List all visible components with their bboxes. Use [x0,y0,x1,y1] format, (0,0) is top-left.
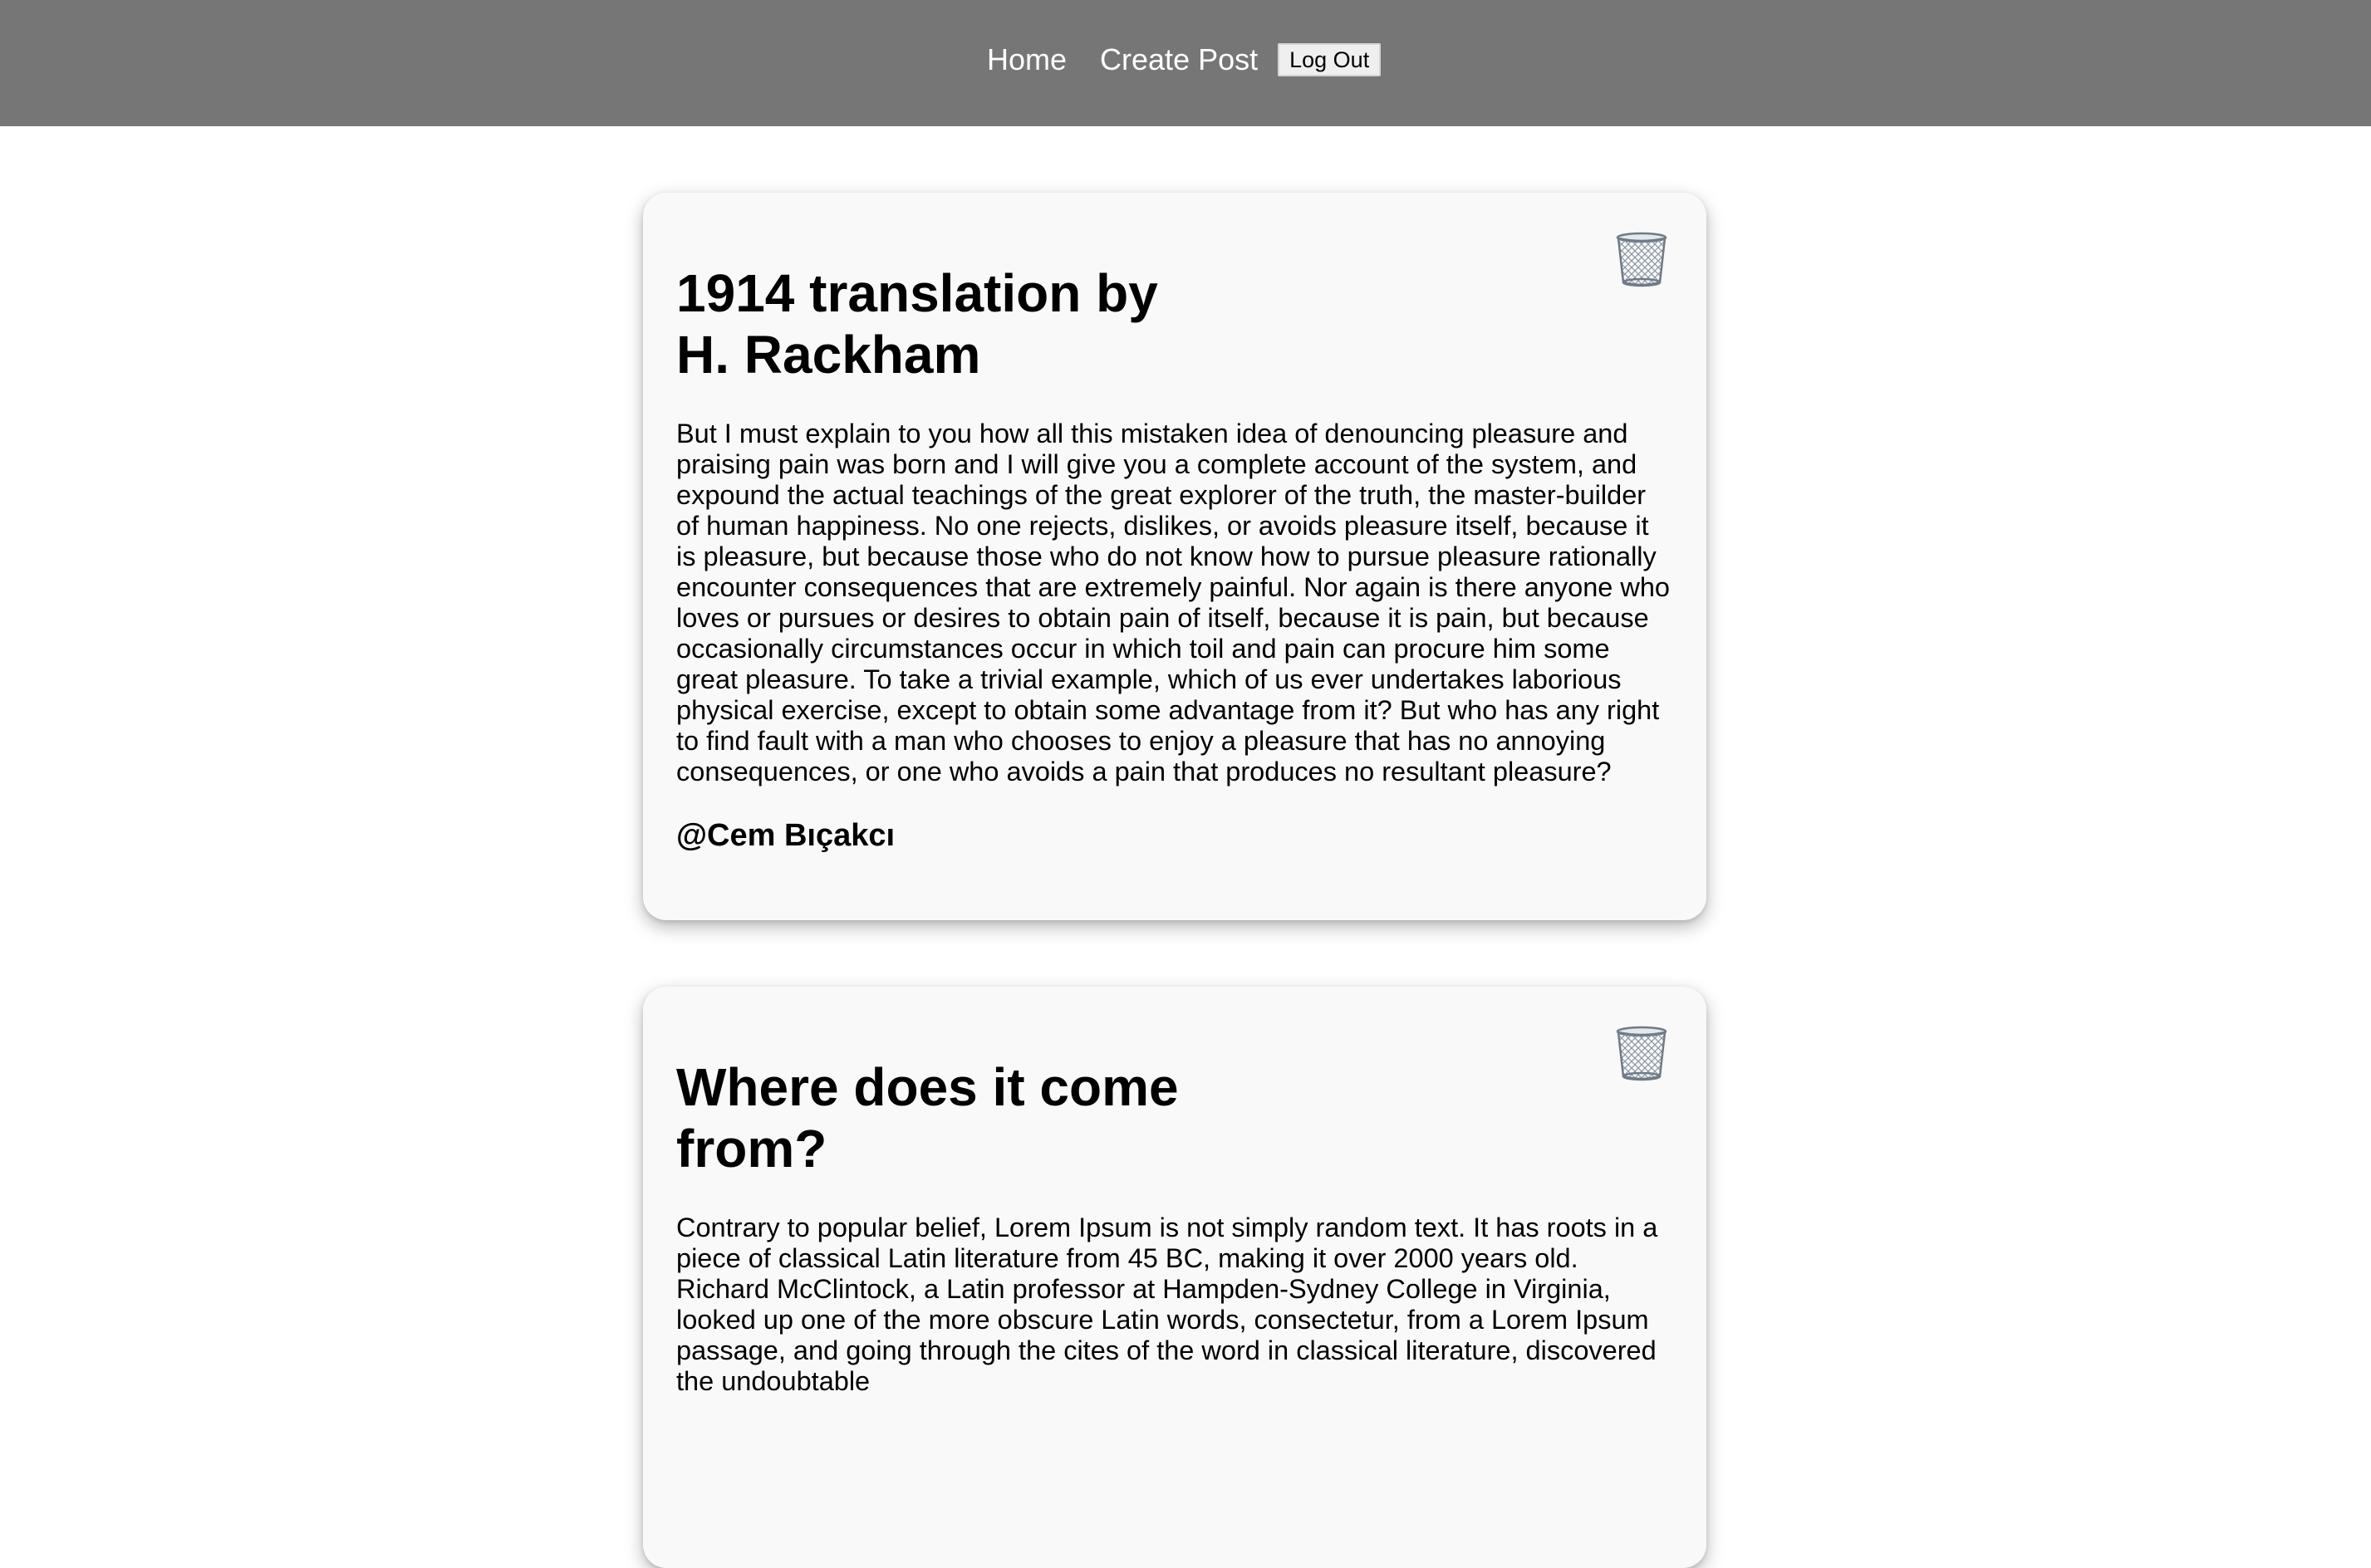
navbar: Home Create Post Log Out [0,0,2371,126]
post-title: Where does it come from? [676,1057,1179,1178]
post-title: 1914 translation by H. Rackham [676,263,1158,385]
nav-create-post-link[interactable]: Create Post [1100,42,1258,77]
nav-home-link[interactable]: Home [987,42,1067,77]
trash-icon [1616,1026,1667,1081]
logout-button[interactable]: Log Out [1278,43,1382,76]
nav-links: Home Create Post Log Out [987,40,1382,80]
delete-post-button[interactable] [1615,231,1668,289]
post-body: Contrary to popular belief, Lorem Ipsum … [676,1213,1658,1396]
post-card: Where does it come from? Contrary to pop… [643,987,1706,1568]
delete-post-button[interactable] [1615,1025,1668,1083]
post-author: @Cem Bıçakcı [676,818,896,853]
trash-icon [1616,232,1667,287]
post-body: But I must explain to you how all this m… [676,419,1671,786]
post-card: 1914 translation by H. Rackham But I mus… [643,193,1706,920]
